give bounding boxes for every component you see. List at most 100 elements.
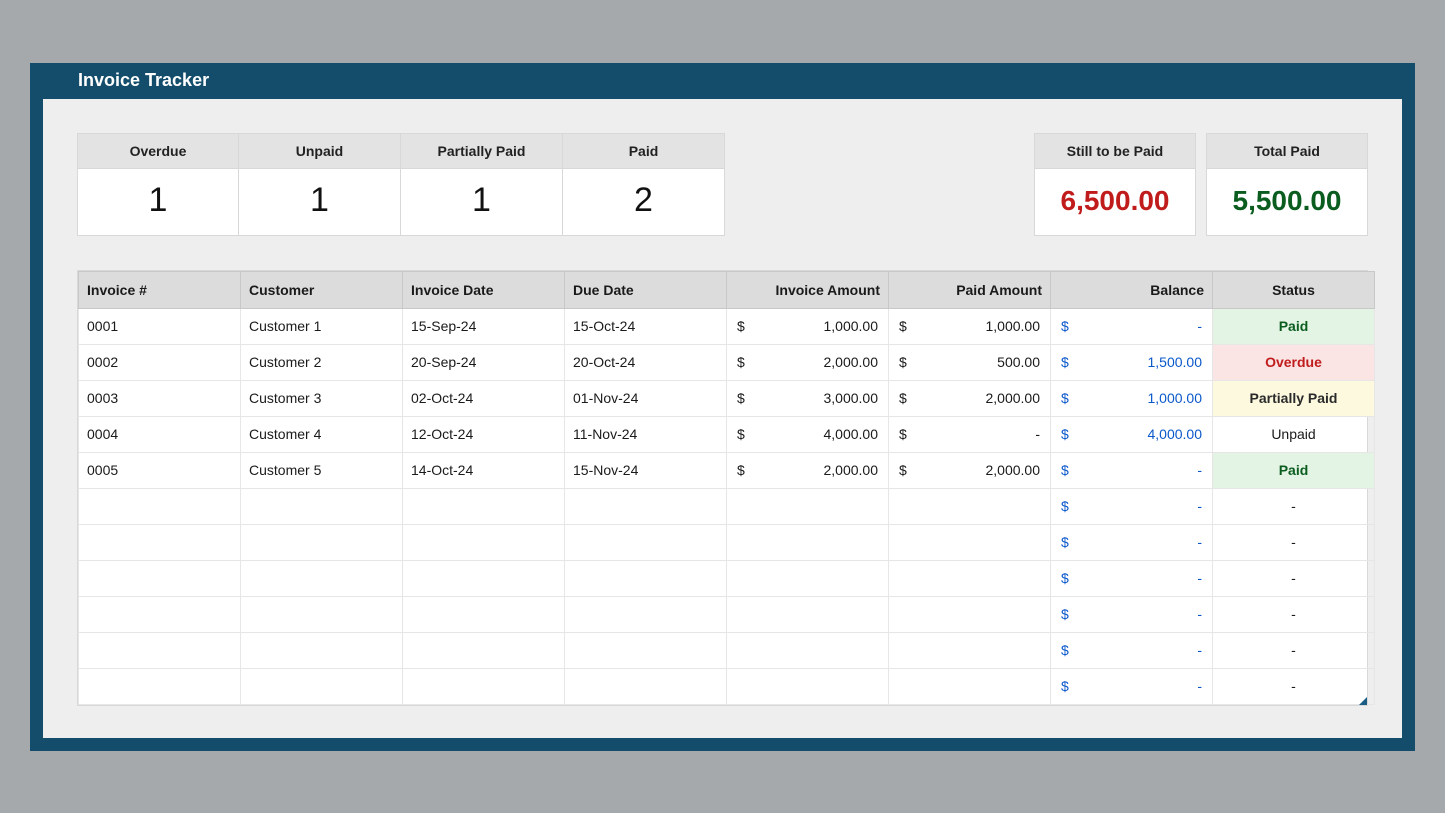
- cell: 20-Oct-24: [565, 344, 727, 380]
- cell: 15-Nov-24: [565, 452, 727, 488]
- col-header[interactable]: Invoice Date: [403, 271, 565, 308]
- summary-card-paid: Paid2: [563, 133, 725, 236]
- summary-card-unpaid: Unpaid1: [239, 133, 401, 236]
- money-cell: $1,000.00: [735, 318, 880, 334]
- table-row[interactable]: $--: [79, 560, 1375, 596]
- cell: 01-Nov-24: [565, 380, 727, 416]
- col-header[interactable]: Due Date: [565, 271, 727, 308]
- table-row[interactable]: $--: [79, 668, 1375, 704]
- table-row[interactable]: 0004Customer 412-Oct-2411-Nov-24$4,000.0…: [79, 416, 1375, 452]
- money-value: 2,000.00: [986, 462, 1043, 478]
- cell: Customer 2: [241, 344, 403, 380]
- cell: [241, 524, 403, 560]
- col-header[interactable]: Invoice #: [79, 271, 241, 308]
- table-row[interactable]: $--: [79, 632, 1375, 668]
- money-value: -: [1197, 462, 1204, 478]
- currency-symbol: $: [1059, 606, 1069, 622]
- currency-symbol: $: [897, 426, 907, 442]
- summary-card-overdue: Overdue1: [77, 133, 239, 236]
- money-value: 4,000.00: [824, 426, 881, 442]
- currency-symbol: $: [1059, 426, 1069, 442]
- cell: [565, 596, 727, 632]
- status-cell: -: [1213, 596, 1375, 632]
- currency-symbol: $: [735, 426, 745, 442]
- cell: [241, 488, 403, 524]
- money-value: 500.00: [997, 354, 1042, 370]
- cell: 0001: [79, 308, 241, 344]
- money-value: 1,000.00: [1148, 390, 1205, 406]
- table-row[interactable]: 0001Customer 115-Sep-2415-Oct-24$1,000.0…: [79, 308, 1375, 344]
- currency-symbol: $: [897, 462, 907, 478]
- currency-symbol: $: [1059, 498, 1069, 514]
- col-header[interactable]: Customer: [241, 271, 403, 308]
- cell: [403, 668, 565, 704]
- status-cell: Unpaid: [1213, 416, 1375, 452]
- currency-symbol: $: [1059, 570, 1069, 586]
- cell: [403, 524, 565, 560]
- table-row[interactable]: $--: [79, 488, 1375, 524]
- currency-symbol: $: [1059, 678, 1069, 694]
- currency-symbol: $: [1059, 462, 1069, 478]
- cell: [727, 668, 889, 704]
- cell: [403, 488, 565, 524]
- cell: [403, 596, 565, 632]
- table-row[interactable]: 0002Customer 220-Sep-2420-Oct-24$2,000.0…: [79, 344, 1375, 380]
- cell: [889, 560, 1051, 596]
- money-cell: $-: [1059, 534, 1204, 550]
- money-cell: $-: [897, 426, 1042, 442]
- currency-symbol: $: [897, 390, 907, 406]
- money-cell: $-: [1059, 570, 1204, 586]
- status-cell: Paid: [1213, 452, 1375, 488]
- summary-card-value: 1: [78, 169, 238, 235]
- table-row[interactable]: $--: [79, 596, 1375, 632]
- money-value: 1,500.00: [1148, 354, 1205, 370]
- cell: [727, 632, 889, 668]
- summary-card-value: 2: [563, 169, 724, 235]
- summary-card-label: Still to be Paid: [1035, 134, 1195, 169]
- money-cell: $-: [1059, 678, 1204, 694]
- cell: 20-Sep-24: [403, 344, 565, 380]
- cell: 0003: [79, 380, 241, 416]
- cell: 12-Oct-24: [403, 416, 565, 452]
- cell: [727, 488, 889, 524]
- summary-card-label: Paid: [563, 134, 724, 169]
- col-header[interactable]: Invoice Amount: [727, 271, 889, 308]
- app-frame: Invoice Tracker Overdue1Unpaid1Partially…: [30, 63, 1415, 751]
- table-row[interactable]: $--: [79, 524, 1375, 560]
- status-cell: -: [1213, 668, 1375, 704]
- currency-symbol: $: [897, 354, 907, 370]
- money-cell: $3,000.00: [735, 390, 880, 406]
- money-value: 1,000.00: [824, 318, 881, 334]
- money-cell: $-: [1059, 498, 1204, 514]
- status-cell: Overdue: [1213, 344, 1375, 380]
- currency-symbol: $: [1059, 534, 1069, 550]
- table-row[interactable]: 0005Customer 514-Oct-2415-Nov-24$2,000.0…: [79, 452, 1375, 488]
- table-row[interactable]: 0003Customer 302-Oct-2401-Nov-24$3,000.0…: [79, 380, 1375, 416]
- cell: [727, 560, 889, 596]
- col-header[interactable]: Status: [1213, 271, 1375, 308]
- cell: [565, 524, 727, 560]
- cell: 0002: [79, 344, 241, 380]
- cell: [727, 524, 889, 560]
- table-resize-handle-icon[interactable]: [1359, 697, 1367, 705]
- col-header[interactable]: Balance: [1051, 271, 1213, 308]
- money-value: 1,000.00: [986, 318, 1043, 334]
- money-value: -: [1197, 498, 1204, 514]
- status-cell: -: [1213, 524, 1375, 560]
- cell: [889, 596, 1051, 632]
- status-cell: Paid: [1213, 308, 1375, 344]
- cell: Customer 4: [241, 416, 403, 452]
- money-cell: $-: [1059, 318, 1204, 334]
- money-cell: $2,000.00: [897, 390, 1042, 406]
- currency-symbol: $: [897, 318, 907, 334]
- money-value: 4,000.00: [1148, 426, 1205, 442]
- summary-card-label: Total Paid: [1207, 134, 1367, 169]
- cell: 0004: [79, 416, 241, 452]
- summary-row: Overdue1Unpaid1Partially Paid1Paid2 Stil…: [77, 133, 1368, 236]
- cell: [241, 560, 403, 596]
- col-header[interactable]: Paid Amount: [889, 271, 1051, 308]
- money-cell: $-: [1059, 606, 1204, 622]
- cell: Customer 3: [241, 380, 403, 416]
- summary-card-value: 6,500.00: [1035, 169, 1195, 235]
- status-cell: Partially Paid: [1213, 380, 1375, 416]
